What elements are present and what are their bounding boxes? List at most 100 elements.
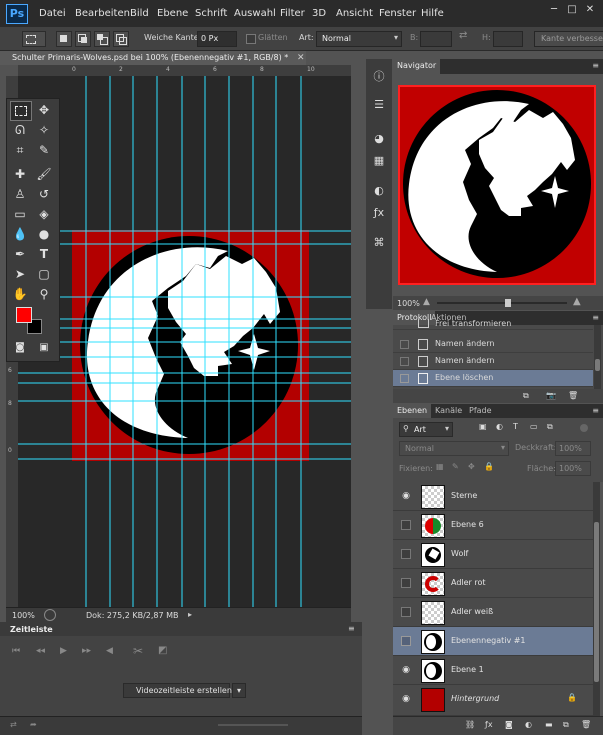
dodge-tool[interactable]: ● <box>34 225 54 243</box>
width-input[interactable] <box>420 31 452 47</box>
refine-edge-button[interactable]: Kante verbesse <box>534 31 603 47</box>
type-tool[interactable]: T <box>34 245 54 263</box>
color-panel-icon[interactable]: ◕ <box>371 131 387 147</box>
styles-panel-icon[interactable]: ƒx <box>371 205 387 221</box>
transition-icon[interactable]: ◩ <box>158 645 167 656</box>
layers-scrollbar[interactable] <box>593 482 600 716</box>
menu-hilfe[interactable]: Hilfe <box>421 8 444 19</box>
filter-adjustment-icon[interactable]: ◐ <box>496 422 503 431</box>
new-document-from-state-icon[interactable]: ⧉ <box>523 391 529 401</box>
zoom-level[interactable]: 100% <box>12 611 35 620</box>
add-mask-icon[interactable]: ◙ <box>505 720 513 729</box>
layer-row-adler-weiss[interactable]: Adler weiß <box>393 598 593 627</box>
zoom-out-icon[interactable]: ▲ <box>423 297 430 307</box>
tab-navigator[interactable]: Navigator <box>393 59 441 74</box>
soft-edge-input[interactable]: 0 Px <box>197 31 237 47</box>
render-icon[interactable]: ➦ <box>30 720 37 729</box>
filter-toggle[interactable] <box>580 424 588 432</box>
zoom-in-icon[interactable]: ▲ <box>573 296 581 307</box>
timeline-zoom-slider[interactable] <box>218 724 288 726</box>
eye-icon[interactable]: ◉ <box>401 491 411 501</box>
trash-icon[interactable]: 🗑 <box>581 720 591 729</box>
layer-row-ebene-6[interactable]: Ebene 6 <box>393 511 593 540</box>
hand-tool[interactable]: ✋ <box>10 285 30 303</box>
menu-3d[interactable]: 3D <box>312 8 326 19</box>
panel-menu-icon[interactable]: ≡ <box>592 406 599 415</box>
document-artwork[interactable] <box>18 76 351 607</box>
timeline-mode-dropdown[interactable]: ▾ <box>232 683 246 698</box>
history-scrollbar[interactable] <box>594 325 601 389</box>
visibility-toggle[interactable] <box>401 520 411 530</box>
convert-icon[interactable]: ⇄ <box>10 720 17 729</box>
layer-row-wolf[interactable]: Wolf <box>393 540 593 569</box>
eraser-tool[interactable]: ▭ <box>10 205 30 223</box>
panel-menu-icon[interactable]: ≡ <box>348 624 355 633</box>
minimize-icon[interactable]: ─ <box>547 4 561 16</box>
tab-ebenen[interactable]: Ebenen <box>393 404 432 418</box>
eyedropper-tool[interactable]: ✎ <box>34 141 54 159</box>
filter-shape-icon[interactable]: ▭ <box>530 422 538 431</box>
zoom-tool[interactable]: ⚲ <box>34 285 54 303</box>
paint-bucket-tool[interactable]: ◈ <box>34 205 54 223</box>
layer-name[interactable]: Hintergrund <box>451 694 499 703</box>
link-layers-icon[interactable]: ⛓ <box>465 720 475 729</box>
visibility-toggle[interactable] <box>401 607 411 617</box>
panel-menu-icon[interactable]: ≡ <box>592 61 599 70</box>
menu-bild[interactable]: Bild <box>130 8 149 19</box>
navigator-zoom-slider[interactable] <box>437 299 567 307</box>
layer-row-hintergrund[interactable]: ◉ Hintergrund 🔒 <box>393 685 593 716</box>
previous-frame-icon[interactable]: ◂◂ <box>36 646 45 656</box>
history-item[interactable]: Namen ändern <box>393 336 593 353</box>
layer-style-icon[interactable]: ƒx <box>485 720 493 729</box>
layer-name[interactable]: Ebenennegativ #1 <box>451 636 526 645</box>
layer-row-ebenennegativ-1[interactable]: Ebenennegativ #1 <box>393 627 593 656</box>
shape-tool[interactable]: ▢ <box>34 265 54 283</box>
trash-icon[interactable]: 🗑 <box>568 391 578 400</box>
maximize-icon[interactable]: □ <box>565 4 579 16</box>
height-input[interactable] <box>493 31 523 47</box>
properties-panel-icon[interactable]: ☰ <box>371 97 387 113</box>
fill-input[interactable]: 100% <box>555 461 591 476</box>
menu-bearbeiten[interactable]: Bearbeiten <box>75 8 130 19</box>
menu-datei[interactable]: Datei <box>39 8 66 19</box>
scissors-icon[interactable]: ✂ <box>133 644 143 658</box>
swatches-panel-icon[interactable]: ▦ <box>371 153 387 169</box>
history-item[interactable]: Ebene löschen <box>393 370 593 387</box>
canvas-area[interactable] <box>18 76 351 607</box>
add-selection-icon[interactable] <box>75 31 91 47</box>
clone-stamp-tool[interactable]: ♙ <box>10 185 30 203</box>
menu-filter[interactable]: Filter <box>280 8 305 19</box>
menu-fenster[interactable]: Fenster <box>379 8 416 19</box>
timeline-title[interactable]: Zeitleiste <box>10 625 53 634</box>
filter-smart-object-icon[interactable]: ⧉ <box>547 422 553 432</box>
visibility-toggle[interactable] <box>401 636 411 646</box>
history-item[interactable]: Frei transformieren <box>393 319 593 330</box>
navigator-panel[interactable] <box>393 74 603 296</box>
subtract-selection-icon[interactable] <box>94 31 110 47</box>
swap-icon[interactable]: ⇄ <box>459 30 467 41</box>
move-tool[interactable]: ✥ <box>34 101 54 119</box>
menu-schrift[interactable]: Schrift <box>195 8 227 19</box>
navigator-zoom-value[interactable]: 100% <box>397 299 420 308</box>
lock-pixels-icon[interactable]: ✎ <box>452 462 459 471</box>
screen-mode-icon[interactable]: ▣ <box>34 339 54 357</box>
close-icon[interactable]: ✕ <box>583 4 597 16</box>
style-select[interactable]: Normal ▾ <box>316 31 402 47</box>
lock-position-icon[interactable]: ✥ <box>468 462 475 471</box>
opacity-input[interactable]: 100% <box>555 441 591 456</box>
visibility-toggle[interactable] <box>401 578 411 588</box>
layer-name[interactable]: Adler weiß <box>451 607 493 616</box>
filter-pixel-icon[interactable]: ▣ <box>479 422 487 431</box>
foreground-color-swatch[interactable] <box>16 307 32 323</box>
blend-mode-select[interactable]: Normal ▾ <box>399 441 509 456</box>
adjustments-panel-icon[interactable]: ◐ <box>371 183 387 199</box>
lasso-tool[interactable]: ᘏ <box>10 121 30 139</box>
adjustment-layer-icon[interactable]: ◐ <box>525 720 532 729</box>
visibility-toggle[interactable] <box>401 549 411 559</box>
snapshot-icon[interactable]: 📷 <box>546 391 556 400</box>
layer-name[interactable]: Ebene 1 <box>451 665 484 674</box>
new-selection-icon[interactable] <box>56 31 72 47</box>
info-panel-icon[interactable]: ⓘ <box>371 69 387 85</box>
rectangle-marquee-tool[interactable] <box>10 101 32 121</box>
create-video-timeline-button[interactable]: Videozeitleiste erstellen <box>123 683 232 698</box>
